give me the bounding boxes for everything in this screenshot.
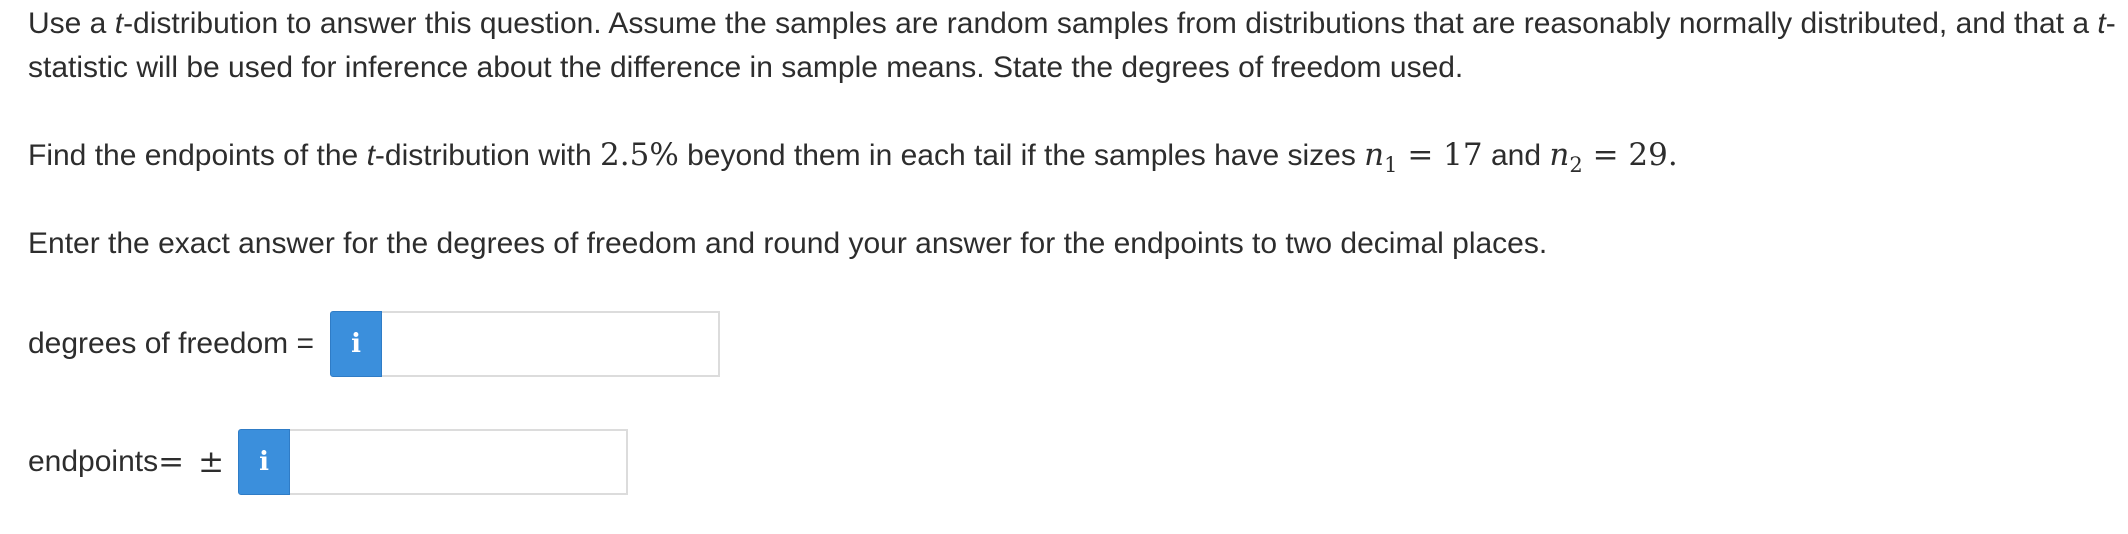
n1-value: = 17 [1397, 137, 1483, 173]
intro-text-1: Use a [28, 7, 115, 40]
n1-subscript: 1 [1384, 153, 1398, 177]
question-find: Find the endpoints of the t-distribution… [28, 133, 1678, 187]
endpoints-label: endpoints [28, 445, 159, 478]
intro-t-symbol-1: t [114, 7, 124, 40]
find-text-1: Find the endpoints of the [28, 139, 367, 172]
endpoints-info-button[interactable]: i [238, 429, 291, 495]
find-and: and [1482, 139, 1550, 172]
intro-t-symbol-2: t [2097, 7, 2106, 40]
tail-percent: 2.5% [600, 137, 679, 173]
n1-variable: n [1364, 137, 1385, 173]
n2-variable: n [1549, 137, 1570, 173]
dof-input[interactable] [382, 311, 721, 377]
find-t-symbol: t [366, 139, 375, 172]
n2-subscript: 2 [1569, 153, 1583, 177]
endpoints-equals: = [158, 444, 185, 480]
endpoints-input[interactable] [290, 429, 629, 495]
intro-text-2: -distribution to answer this question. A… [123, 7, 2098, 40]
dof-label: degrees of freedom = [28, 327, 315, 360]
find-text-2: -distribution with [374, 139, 601, 172]
plus-minus-symbol: ± [198, 444, 225, 480]
question-intro: Use a t-distribution to answer this ques… [28, 2, 2118, 90]
dof-answer-row: degrees of freedom = i [28, 311, 721, 377]
info-icon: i [259, 447, 270, 477]
find-text-3: beyond them in each tail if the samples … [678, 139, 1365, 172]
n2-value: = 29. [1582, 137, 1678, 173]
dof-info-button[interactable]: i [330, 311, 383, 377]
endpoints-answer-row: endpoints = ± i [28, 429, 629, 495]
info-icon: i [351, 329, 361, 359]
question-instructions: Enter the exact answer for the degrees o… [28, 227, 1548, 260]
